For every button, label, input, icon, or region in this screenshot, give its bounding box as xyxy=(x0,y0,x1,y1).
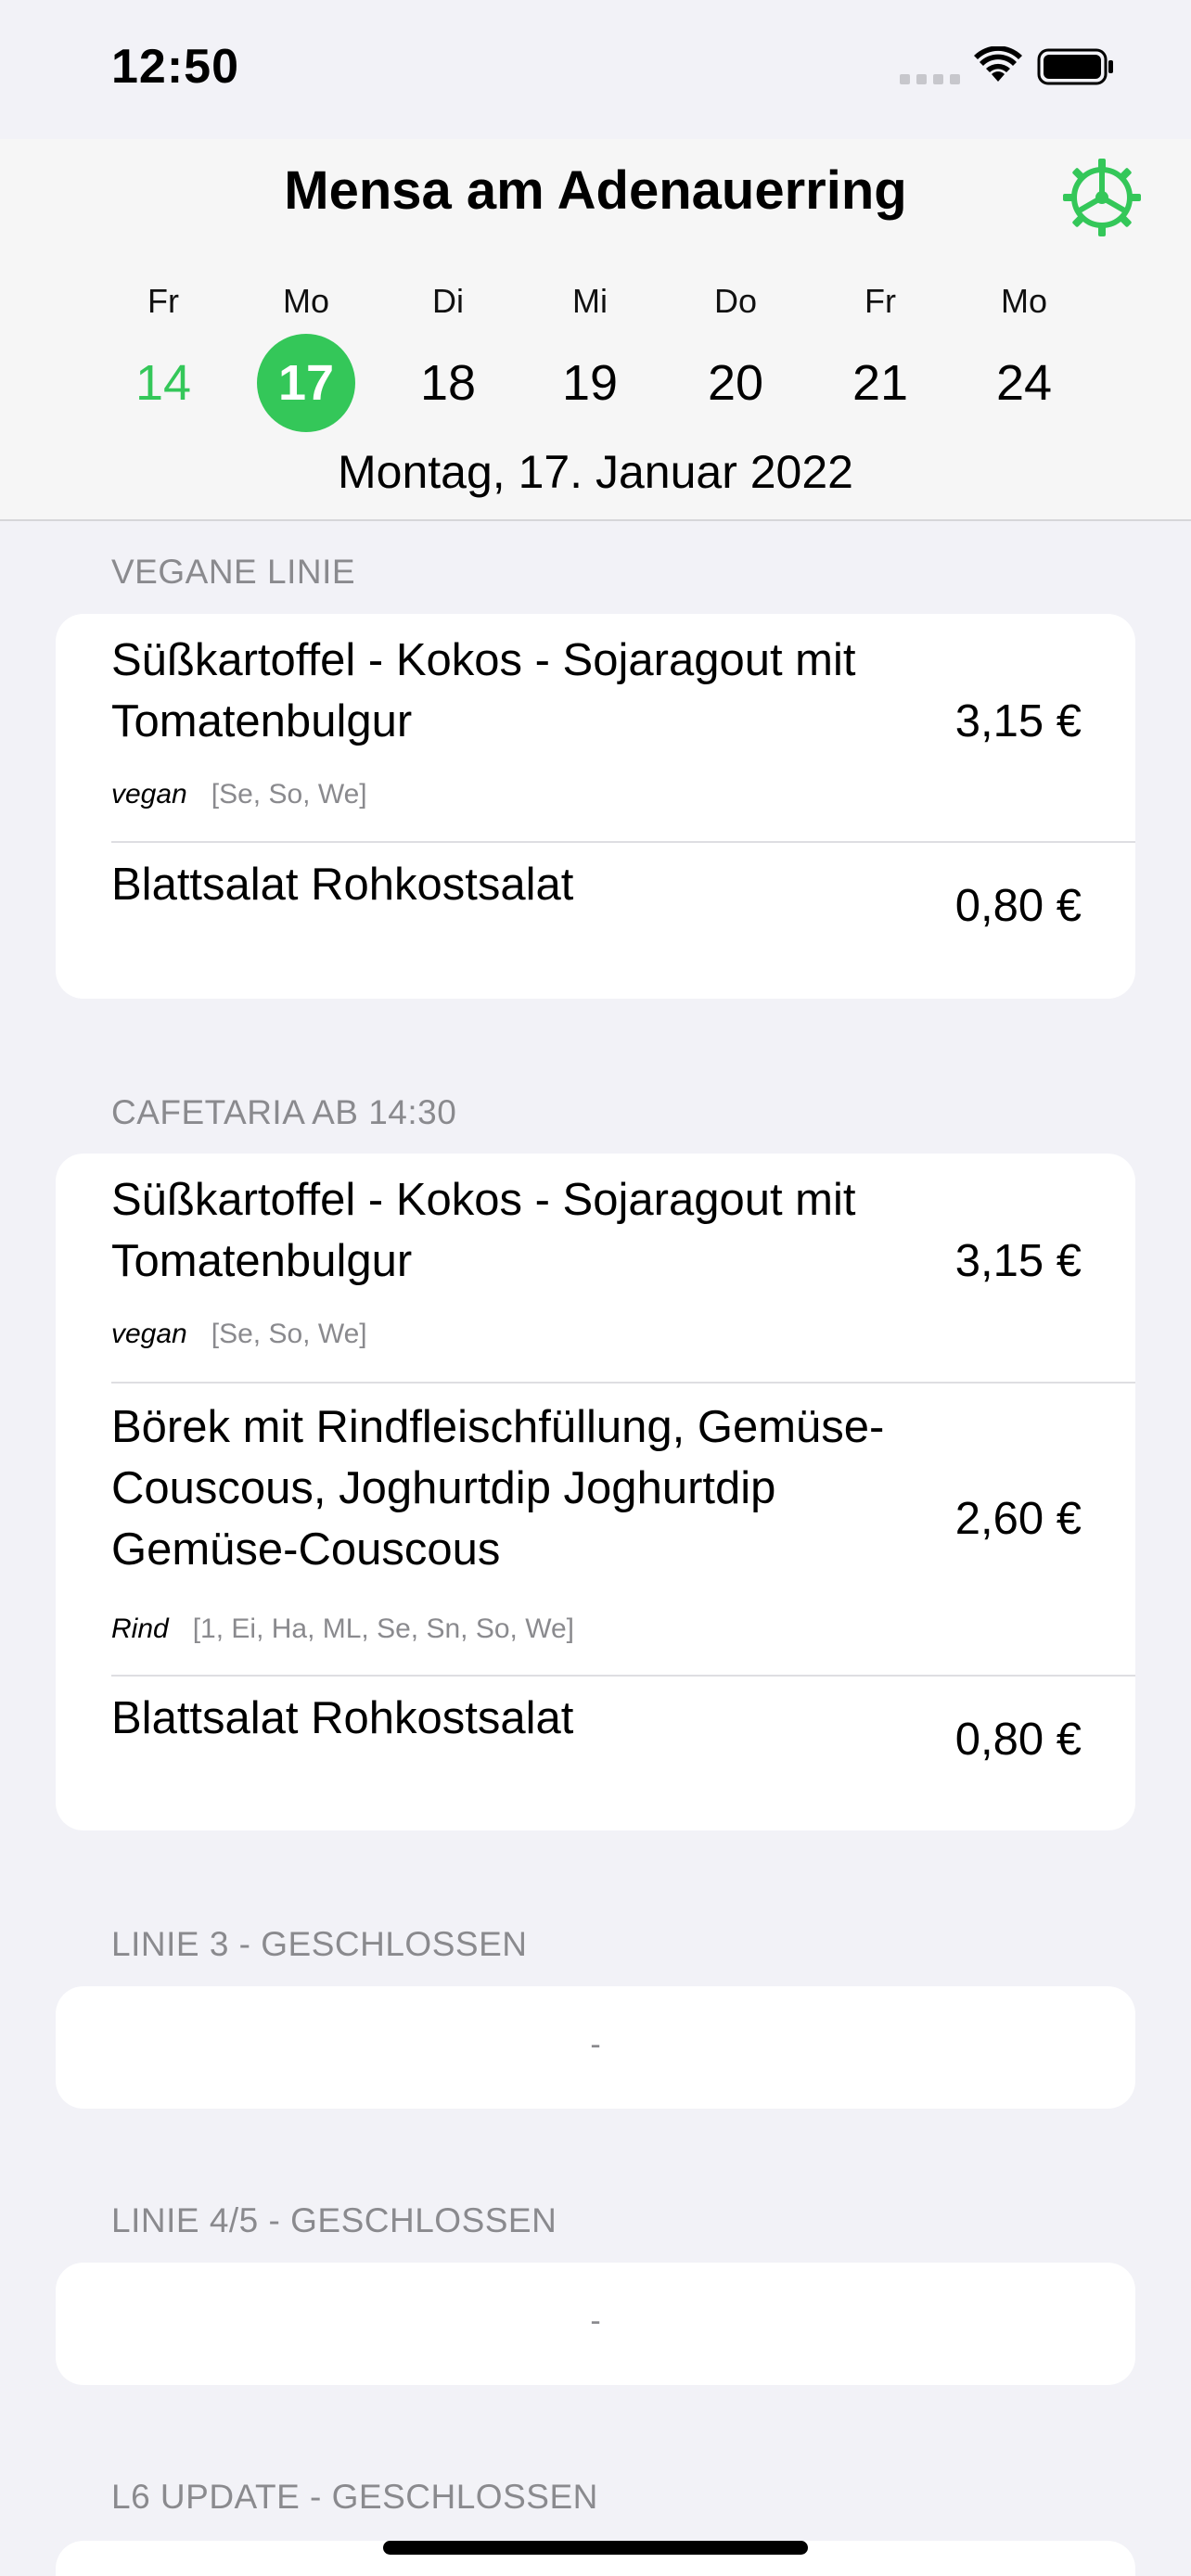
meal-price: 2,60 € xyxy=(954,1494,1082,1544)
meal-price: 0,80 € xyxy=(954,881,1082,931)
day-di-18[interactable]: Di 18 xyxy=(383,278,513,432)
day-number: 19 xyxy=(561,355,619,411)
day-mo-17[interactable]: Mo 17 xyxy=(241,278,371,432)
day-number: 21 xyxy=(852,355,909,411)
meal-name: Süßkartoffel - Kokos - Sojaragout mit To… xyxy=(111,635,856,746)
section-title: CAFETARIA AB 14:30 xyxy=(111,1093,457,1131)
meal-name: Börek mit Rindfleischfüllung, Gemüse-Cou… xyxy=(111,1402,885,1575)
meal-name: Blattsalat Rohkostsalat xyxy=(111,1693,574,1743)
day-name: Do xyxy=(713,282,758,320)
page-title: Mensa am Adenauerring xyxy=(284,160,907,221)
meal-card: Süßkartoffel - Kokos - Sojaragout mit To… xyxy=(56,614,1135,999)
meal-tag: vegan xyxy=(111,1319,187,1349)
meal-row[interactable]: Süßkartoffel - Kokos - Sojaragout mit To… xyxy=(56,614,1135,841)
meal-row[interactable]: Blattsalat Rohkostsalat 0,80 € xyxy=(56,843,1135,999)
meal-price: 3,15 € xyxy=(954,696,1082,746)
meal-meta: Rind [1, Ei, Ha, ML, Se, Sn, So, We] xyxy=(111,1613,574,1645)
day-number: 18 xyxy=(419,355,477,411)
meal-row[interactable]: Blattsalat Rohkostsalat 0,80 € xyxy=(56,1677,1135,1830)
meal-meta: vegan [Se, So, We] xyxy=(111,1319,367,1350)
gear-icon[interactable] xyxy=(1060,156,1144,239)
empty-card: - xyxy=(56,1986,1135,2109)
empty-placeholder: - xyxy=(590,2303,601,2339)
day-number: 20 xyxy=(707,355,764,411)
meal-tag: Rind xyxy=(111,1613,169,1644)
day-number: 14 xyxy=(134,355,192,411)
signal-icon xyxy=(900,74,960,84)
day-name: Fr xyxy=(864,282,896,320)
day-name: Mo xyxy=(282,282,329,320)
meal-row[interactable]: Süßkartoffel - Kokos - Sojaragout mit To… xyxy=(56,1154,1135,1382)
meal-allergens: [Se, So, We] xyxy=(211,779,367,810)
meal-row[interactable]: Börek mit Rindfleischfüllung, Gemüse-Cou… xyxy=(56,1384,1135,1675)
day-number-selected: 17 xyxy=(257,334,355,432)
battery-icon xyxy=(1037,48,1113,85)
meal-allergens: [1, Ei, Ha, ML, Se, Sn, So, We] xyxy=(192,1613,574,1644)
meal-card: Süßkartoffel - Kokos - Sojaragout mit To… xyxy=(56,1154,1135,1830)
section-title: LINIE 4/5 - GESCHLOSSEN xyxy=(111,2201,557,2239)
day-name: Mi xyxy=(572,282,608,320)
empty-card: - xyxy=(56,2263,1135,2385)
home-indicator[interactable] xyxy=(383,2541,808,2555)
day-fr-14[interactable]: Fr 14 xyxy=(98,278,228,432)
status-time: 12:50 xyxy=(111,40,239,94)
day-number: 24 xyxy=(995,355,1053,411)
day-do-20[interactable]: Do 20 xyxy=(671,278,800,432)
day-fr-21[interactable]: Fr 21 xyxy=(815,278,945,432)
selected-date-label: Montag, 17. Januar 2022 xyxy=(338,446,853,498)
status-bar: 12:50 xyxy=(0,0,1191,139)
meal-tag: vegan xyxy=(111,779,187,810)
meal-name: Blattsalat Rohkostsalat xyxy=(111,860,574,910)
day-name: Di xyxy=(432,282,464,320)
day-name: Fr xyxy=(147,282,179,320)
meal-meta: vegan [Se, So, We] xyxy=(111,779,367,810)
empty-placeholder: - xyxy=(590,2027,601,2062)
meal-name: Süßkartoffel - Kokos - Sojaragout mit To… xyxy=(111,1175,856,1286)
section-title: LINIE 3 - GESCHLOSSEN xyxy=(111,1925,528,1963)
section-title: L6 UPDATE - GESCHLOSSEN xyxy=(111,2478,598,2516)
meal-price: 0,80 € xyxy=(954,1715,1082,1765)
wifi-icon xyxy=(974,46,1022,82)
meal-price: 3,15 € xyxy=(954,1236,1082,1286)
meal-allergens: [Se, So, We] xyxy=(211,1319,367,1349)
day-mo-24[interactable]: Mo 24 xyxy=(959,278,1089,432)
day-mi-19[interactable]: Mi 19 xyxy=(525,278,655,432)
section-title: VEGANE LINIE xyxy=(111,553,356,591)
day-name: Mo xyxy=(1000,282,1047,320)
date-header: Mensa am Adenauerring Fr 14 Mo 17 Di 18 xyxy=(0,139,1191,521)
